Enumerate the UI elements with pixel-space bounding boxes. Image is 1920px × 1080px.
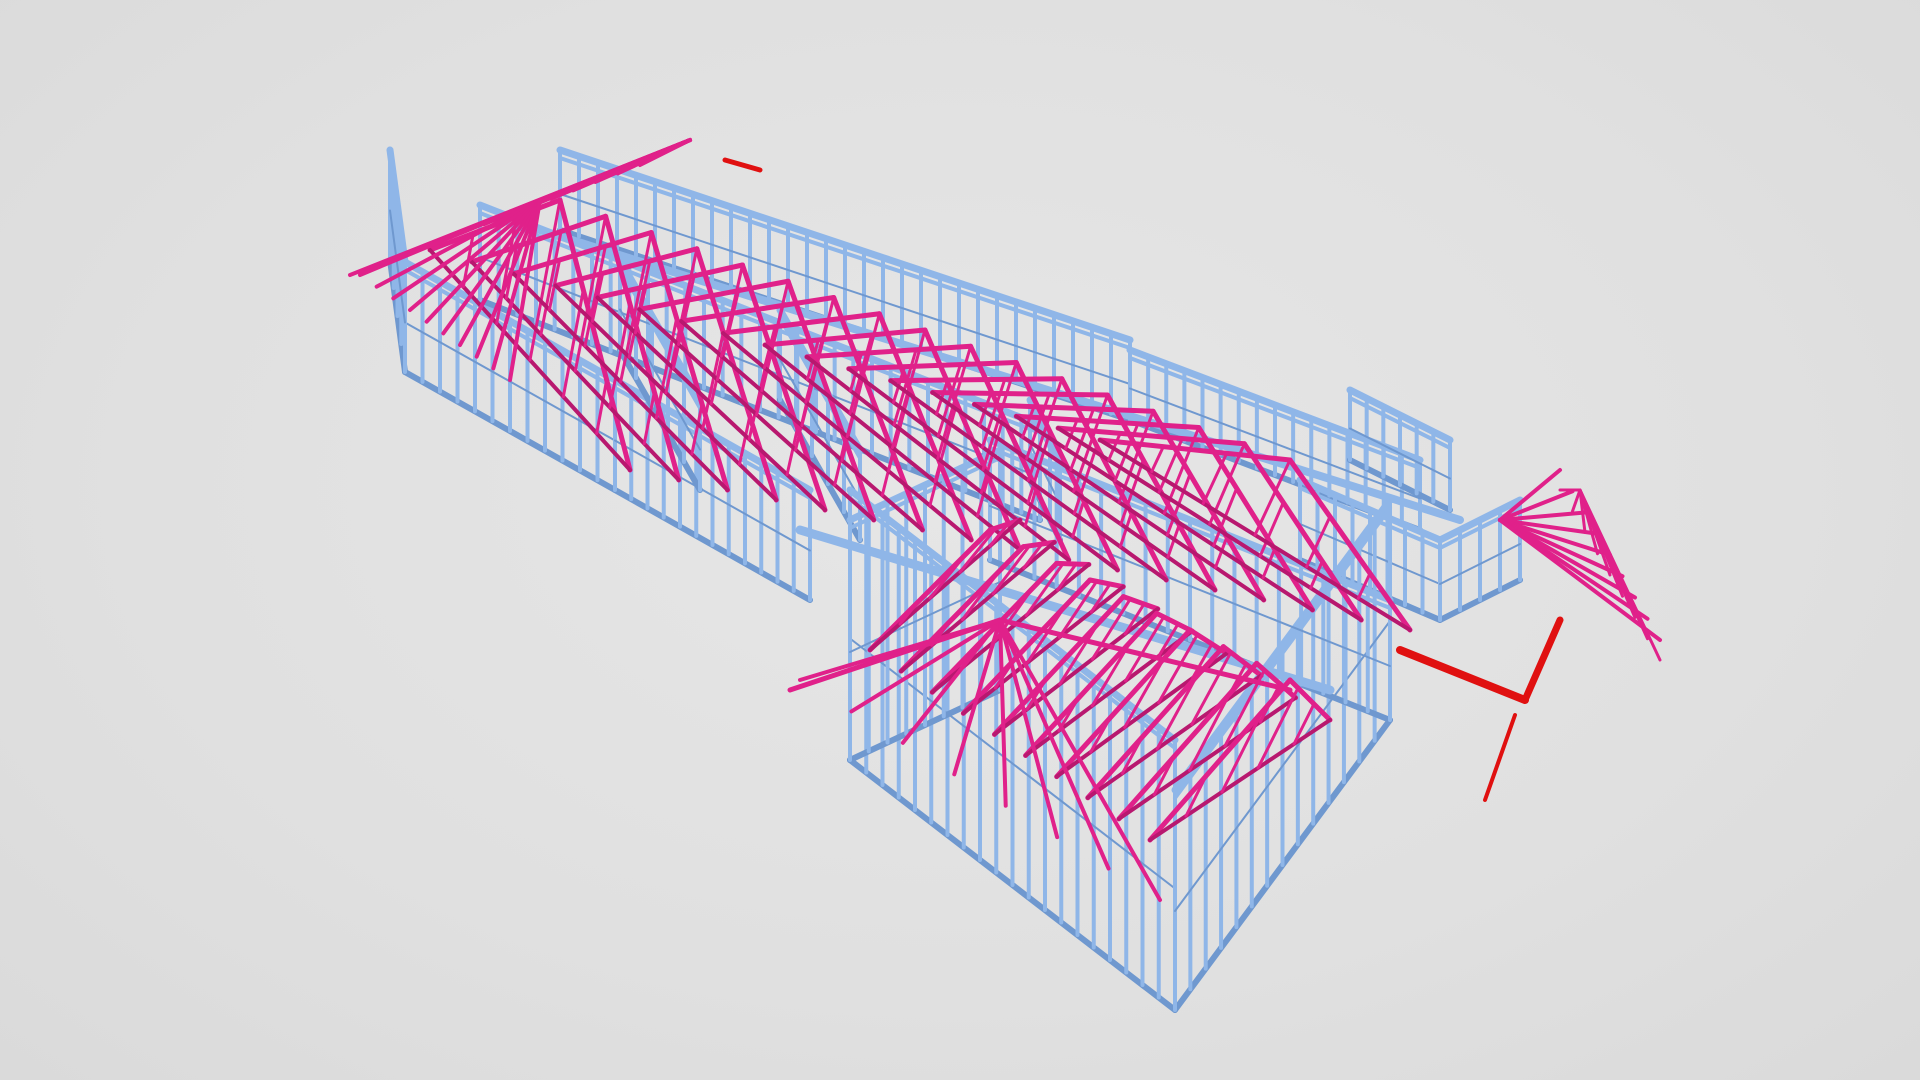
steel-beam [1396, 646, 1529, 704]
jack-rafter [1498, 518, 1662, 642]
steel-post [1483, 713, 1517, 802]
steel-beam [1521, 616, 1564, 704]
3d-viewport[interactable] [0, 0, 1920, 1080]
jack-rafter [408, 198, 542, 312]
top-chord [930, 390, 1110, 398]
steel-beam [722, 157, 763, 173]
web-member [1150, 445, 1165, 474]
frame-model-canvas[interactable] [0, 0, 1920, 1080]
jack-rafter [998, 618, 1008, 808]
wall-frames [386, 146, 1524, 1013]
jack-rafter [1498, 468, 1562, 522]
jack-rafter [638, 138, 692, 167]
top-chord [888, 376, 1065, 384]
